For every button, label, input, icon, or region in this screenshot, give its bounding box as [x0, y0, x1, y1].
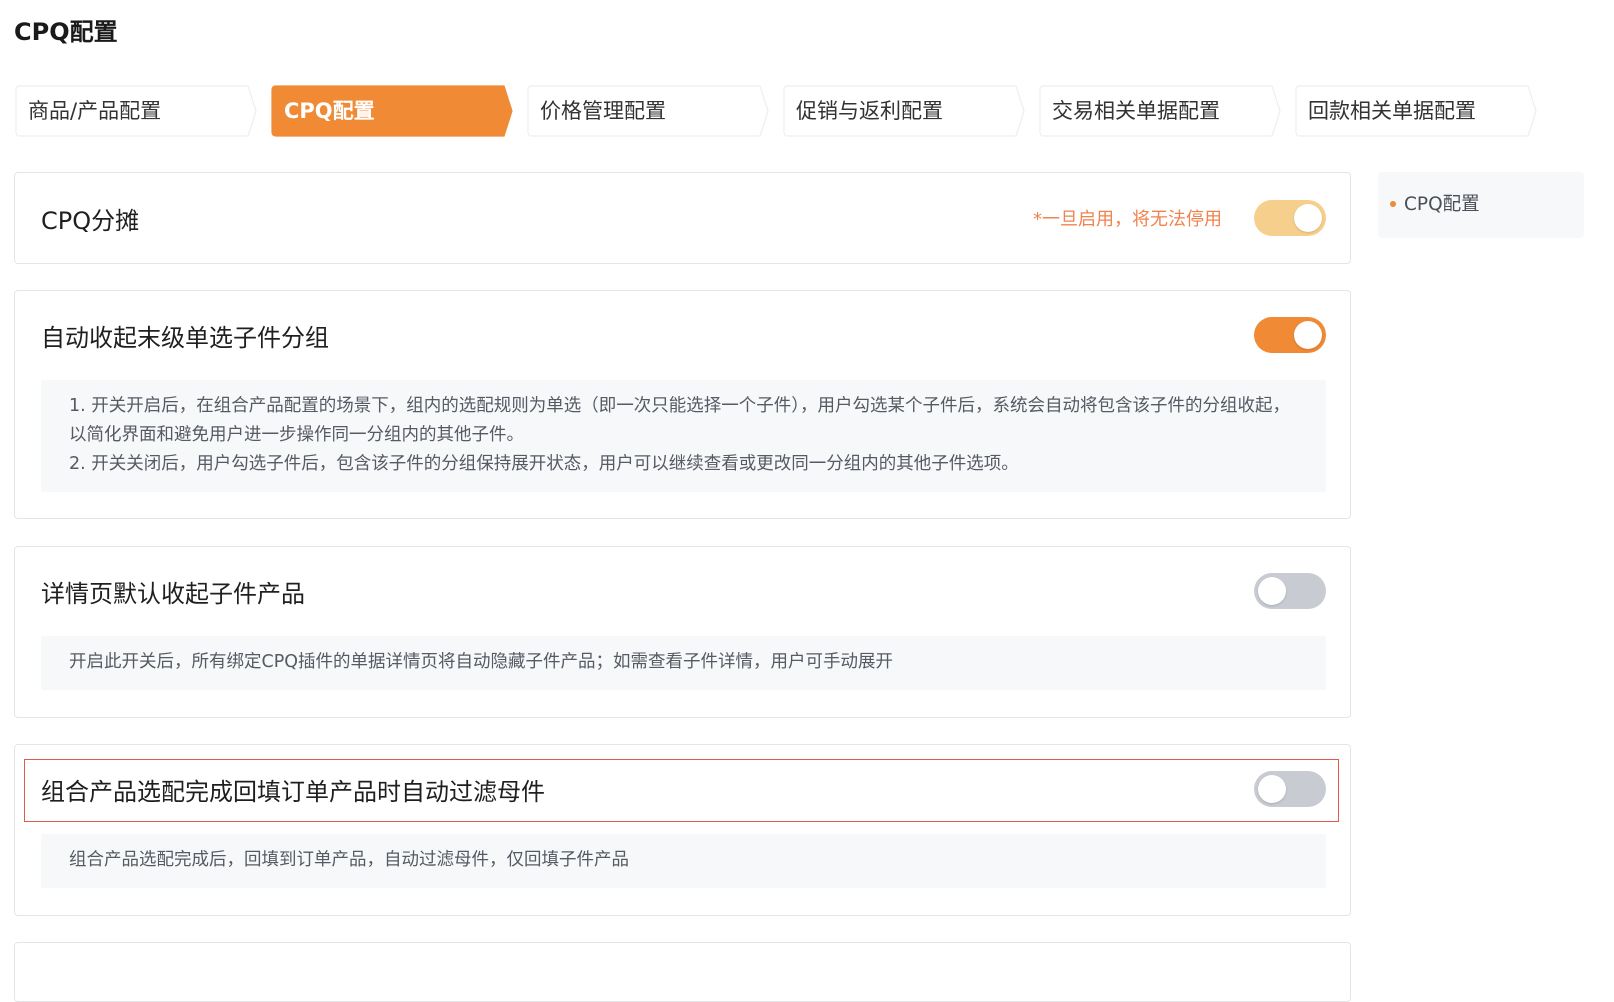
setting-warning: *一旦启用，将无法停用 [1033, 209, 1222, 230]
toggle-switch[interactable] [1254, 317, 1326, 353]
step-trade-docs-config[interactable]: 交易相关单据配置 [1038, 84, 1288, 138]
toggle-knob [1258, 577, 1286, 605]
step-payment-docs-config[interactable]: 回款相关单据配置 [1294, 84, 1544, 138]
setting-title: 自动收起末级单选子件分组 [41, 324, 329, 352]
setting-description: 组合产品选配完成后，回填到订单产品，自动过滤母件，仅回填子件产品 [41, 834, 1326, 888]
page-title: CPQ配置 [14, 18, 118, 46]
description-line: 1. 开关开启后，在组合产品配置的场景下，组内的选配规则为单选（即一次只能选择一… [69, 396, 1291, 445]
setting-card-auto-collapse-group: 自动收起末级单选子件分组 1. 开关开启后，在组合产品配置的场景下，组内的选配规… [14, 290, 1351, 519]
step-label: 促销与返利配置 [796, 99, 943, 123]
step-cpq-config[interactable]: CPQ配置 [270, 84, 520, 138]
toggle-knob [1294, 321, 1322, 349]
step-label: 价格管理配置 [540, 99, 666, 123]
toggle-knob [1258, 775, 1286, 803]
setting-card-detail-collapse: 详情页默认收起子件产品 开启此开关后，所有绑定CPQ插件的单据详情页将自动隐藏子… [14, 546, 1351, 718]
setting-description: 1. 开关开启后，在组合产品配置的场景下，组内的选配规则为单选（即一次只能选择一… [41, 380, 1326, 492]
active-dot-icon [1390, 200, 1396, 207]
anchor-item-cpq-config[interactable]: CPQ配置 [1390, 190, 1480, 216]
step-label: 商品/产品配置 [28, 99, 162, 123]
setting-card-partial [14, 942, 1351, 1002]
step-label: CPQ配置 [284, 99, 375, 123]
setting-title: 详情页默认收起子件产品 [41, 580, 305, 608]
toggle-switch[interactable] [1254, 771, 1326, 807]
step-label: 交易相关单据配置 [1052, 99, 1220, 123]
description-line: 开启此开关后，所有绑定CPQ插件的单据详情页将自动隐藏子件产品；如需查看子件详情… [69, 652, 894, 672]
setting-title: 组合产品选配完成回填订单产品时自动过滤母件 [41, 778, 545, 806]
description-line: 2. 开关关闭后，用户勾选子件后，包含该子件的分组保持展开状态，用户可以继续查看… [69, 454, 1019, 474]
toggle-switch[interactable] [1254, 573, 1326, 609]
setting-title: CPQ分摊 [41, 207, 140, 235]
step-promotion-config[interactable]: 促销与返利配置 [782, 84, 1032, 138]
description-line: 组合产品选配完成后，回填到订单产品，自动过滤母件，仅回填子件产品 [69, 850, 629, 870]
step-product-config[interactable]: 商品/产品配置 [14, 84, 264, 138]
toggle-knob [1294, 204, 1322, 232]
anchor-item-label: CPQ配置 [1404, 194, 1480, 215]
step-price-config[interactable]: 价格管理配置 [526, 84, 776, 138]
setting-description: 开启此开关后，所有绑定CPQ插件的单据详情页将自动隐藏子件产品；如需查看子件详情… [41, 636, 1326, 690]
anchor-nav: CPQ配置 [1378, 172, 1584, 238]
toggle-switch[interactable] [1254, 200, 1326, 236]
setting-card-filter-parent: 组合产品选配完成回填订单产品时自动过滤母件 组合产品选配完成后，回填到订单产品，… [14, 744, 1351, 916]
step-label: 回款相关单据配置 [1308, 99, 1476, 123]
setting-card-cpq-allocation: CPQ分摊 *一旦启用，将无法停用 [14, 172, 1351, 264]
